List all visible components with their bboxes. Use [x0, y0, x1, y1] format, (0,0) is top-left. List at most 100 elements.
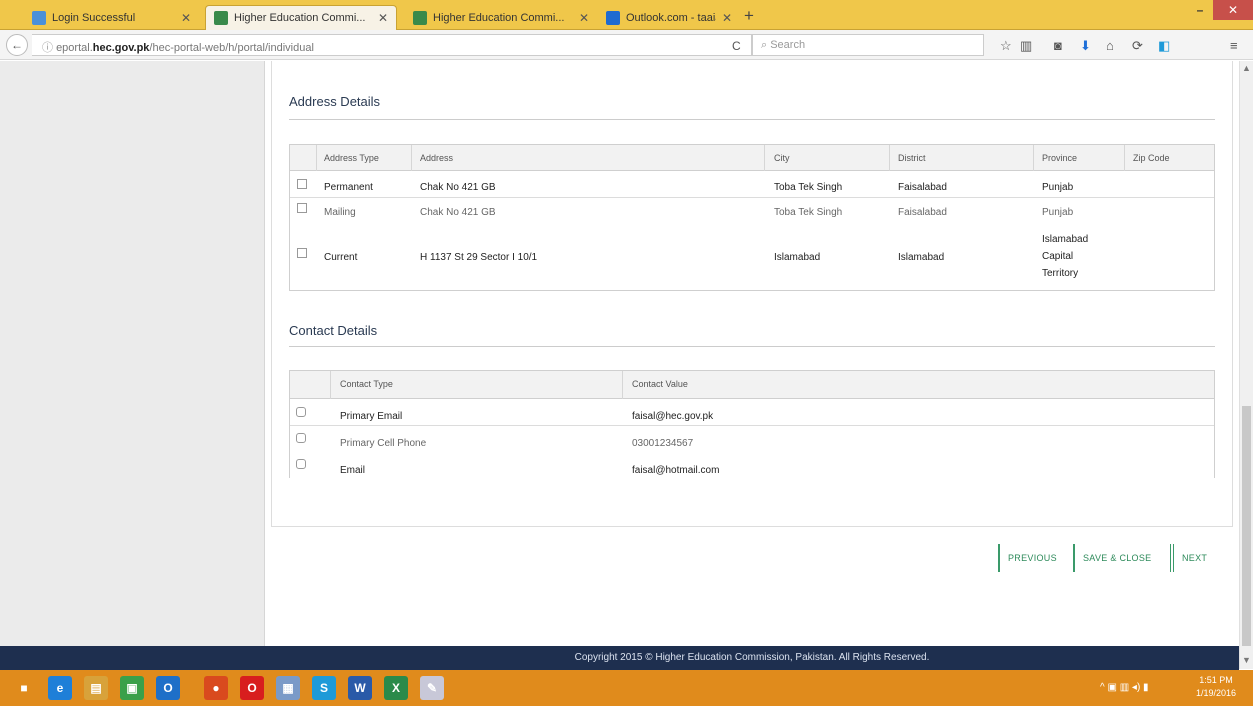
tab-favicon-icon [606, 10, 620, 25]
header-district[interactable]: District [898, 153, 926, 163]
url-host: hec.gov.pk [92, 42, 150, 54]
address-cell: Chak No 421 GB [420, 182, 496, 193]
header-contact-type[interactable]: Contact Type [340, 379, 393, 389]
main-content: Address Details Address Type Address Cit… [265, 61, 1239, 646]
row-checkbox[interactable] [296, 459, 306, 469]
column-separator [411, 145, 412, 171]
opera-icon[interactable]: O [240, 676, 264, 700]
header-zip-code[interactable]: Zip Code [1133, 153, 1170, 163]
excel-icon[interactable]: X [384, 676, 408, 700]
tab-hec-portal[interactable]: Higher Education Commi... ✕ [405, 5, 597, 30]
row-checkbox[interactable] [297, 203, 307, 213]
new-tab-plus-icon[interactable]: + [744, 6, 754, 26]
footer-left-band [0, 646, 265, 670]
contact-value-cell: faisal@hec.gov.pk [632, 411, 714, 422]
scroll-down-arrow-icon[interactable]: ▼ [1242, 655, 1251, 665]
sync-icon[interactable]: ⟳ [1132, 38, 1143, 54]
internet-explorer-icon[interactable]: e [48, 676, 72, 700]
page-scrollbar[interactable]: ▲ ▼ [1239, 61, 1253, 669]
browser-nav-bar: ← ⓘ eportal.hec.gov.pk/hec-portal-web/h/… [0, 30, 1253, 60]
tab-close-icon[interactable]: ✕ [579, 11, 589, 25]
tab-close-icon[interactable]: ✕ [181, 11, 191, 25]
row-checkbox[interactable] [296, 407, 306, 417]
url-info-icon[interactable]: ⓘ [42, 42, 56, 54]
window-close-button[interactable]: ✕ [1213, 0, 1253, 20]
url-prefix: eportal. [56, 42, 93, 54]
tab-login-successful[interactable]: Login Successful ✕ [24, 5, 199, 30]
district-cell: Islamabad [898, 252, 945, 263]
province-cell: Punjab [1042, 182, 1074, 193]
search-icon: ⌕ [761, 39, 771, 51]
scroll-up-arrow-icon[interactable]: ▲ [1242, 63, 1251, 73]
download-icon[interactable]: ⬇ [1080, 38, 1091, 54]
star-icon[interactable]: ☆ [1000, 38, 1012, 54]
city-cell: Islamabad [774, 252, 821, 263]
extension-icon[interactable]: ◧ [1158, 38, 1170, 54]
province-cell: Islamabad Capital Territory [1042, 231, 1088, 282]
city-cell: Toba Tek Singh [774, 207, 843, 218]
back-button[interactable]: ← [6, 34, 28, 56]
page-footer: Copyright 2015 © Higher Education Commis… [265, 646, 1239, 670]
previous-button[interactable]: PREVIOUS [998, 544, 1065, 572]
section-divider [289, 346, 1215, 347]
column-separator [889, 145, 890, 171]
column-separator [622, 371, 623, 399]
header-province[interactable]: Province [1042, 153, 1077, 163]
header-address[interactable]: Address [420, 153, 453, 163]
tab-outlook[interactable]: Outlook.com - taaiaer@ho... ✕ [598, 5, 740, 30]
url-path: /hec-portal-web/h/portal/individual [149, 42, 314, 54]
windows-start-icon[interactable]: ■ [12, 676, 36, 700]
header-address-type[interactable]: Address Type [324, 153, 379, 163]
tab-close-icon[interactable]: ✕ [378, 11, 388, 25]
address-type-cell: Current [324, 252, 358, 263]
menu-icon[interactable]: ≡ [1230, 38, 1238, 53]
section-divider [289, 119, 1215, 120]
save-close-button[interactable]: SAVE & CLOSE [1073, 544, 1159, 572]
window-minimize-button[interactable]: – [1187, 3, 1213, 21]
notepad-icon[interactable]: ▦ [276, 676, 300, 700]
tab-close-icon[interactable]: ✕ [722, 11, 732, 25]
clock-time: 1:51 PM [1199, 675, 1233, 685]
city-cell: Toba Tek Singh [774, 182, 843, 193]
reload-icon[interactable]: C [732, 39, 741, 53]
browser-tab-bar: Login Successful ✕ Higher Education Comm… [0, 0, 1253, 30]
row-checkbox[interactable] [297, 179, 307, 189]
row-divider [290, 425, 1214, 426]
system-clock[interactable]: 1:51 PM 1/19/2016 [1196, 674, 1236, 700]
contact-table: Contact Type Contact Value Primary Email… [289, 370, 1215, 478]
province-line: Islamabad [1042, 234, 1089, 245]
tab-label: Higher Education Commi... [433, 11, 565, 24]
contact-details-title: Contact Details [289, 323, 378, 338]
url-bar[interactable]: ⓘ eportal.hec.gov.pk/hec-portal-web/h/po… [32, 34, 752, 56]
skype-icon[interactable]: S [312, 676, 336, 700]
tab-hec-portal-active[interactable]: Higher Education Commi... ✕ [205, 5, 397, 30]
file-explorer-icon[interactable]: ▤ [84, 676, 108, 700]
firefox-icon[interactable]: ● [204, 676, 228, 700]
row-divider [290, 197, 1214, 198]
scrollbar-thumb[interactable] [1242, 406, 1251, 646]
word-icon[interactable]: W [348, 676, 372, 700]
search-placeholder: Search [770, 39, 806, 51]
province-line: Territory [1042, 268, 1079, 279]
pocket-icon[interactable]: ◙ [1054, 38, 1062, 53]
row-checkbox[interactable] [297, 248, 307, 258]
header-city[interactable]: City [774, 153, 790, 163]
home-icon[interactable]: ⌂ [1106, 38, 1114, 53]
header-contact-value[interactable]: Contact Value [632, 379, 688, 389]
search-input[interactable]: ⌕ Search [752, 34, 984, 56]
column-separator [1033, 145, 1034, 171]
row-checkbox[interactable] [296, 433, 306, 443]
next-button[interactable]: NEXT [1170, 544, 1215, 572]
system-tray[interactable]: ^ ▣ ▥ ◂) ▮ [1100, 682, 1149, 693]
tab-favicon-icon [413, 10, 427, 25]
store-icon[interactable]: ▣ [120, 676, 144, 700]
reading-list-icon[interactable]: ▥ [1020, 38, 1032, 54]
column-separator [764, 145, 765, 171]
tab-favicon-icon [214, 11, 228, 25]
outlook-icon[interactable]: O [156, 676, 180, 700]
province-cell: Punjab [1042, 207, 1074, 218]
address-cell: H 1137 St 29 Sector I 10/1 [420, 252, 538, 263]
address-cell: Chak No 421 GB [420, 207, 496, 218]
paint-icon[interactable]: ✎ [420, 676, 444, 700]
contact-value-cell: faisal@hotmail.com [632, 465, 720, 476]
